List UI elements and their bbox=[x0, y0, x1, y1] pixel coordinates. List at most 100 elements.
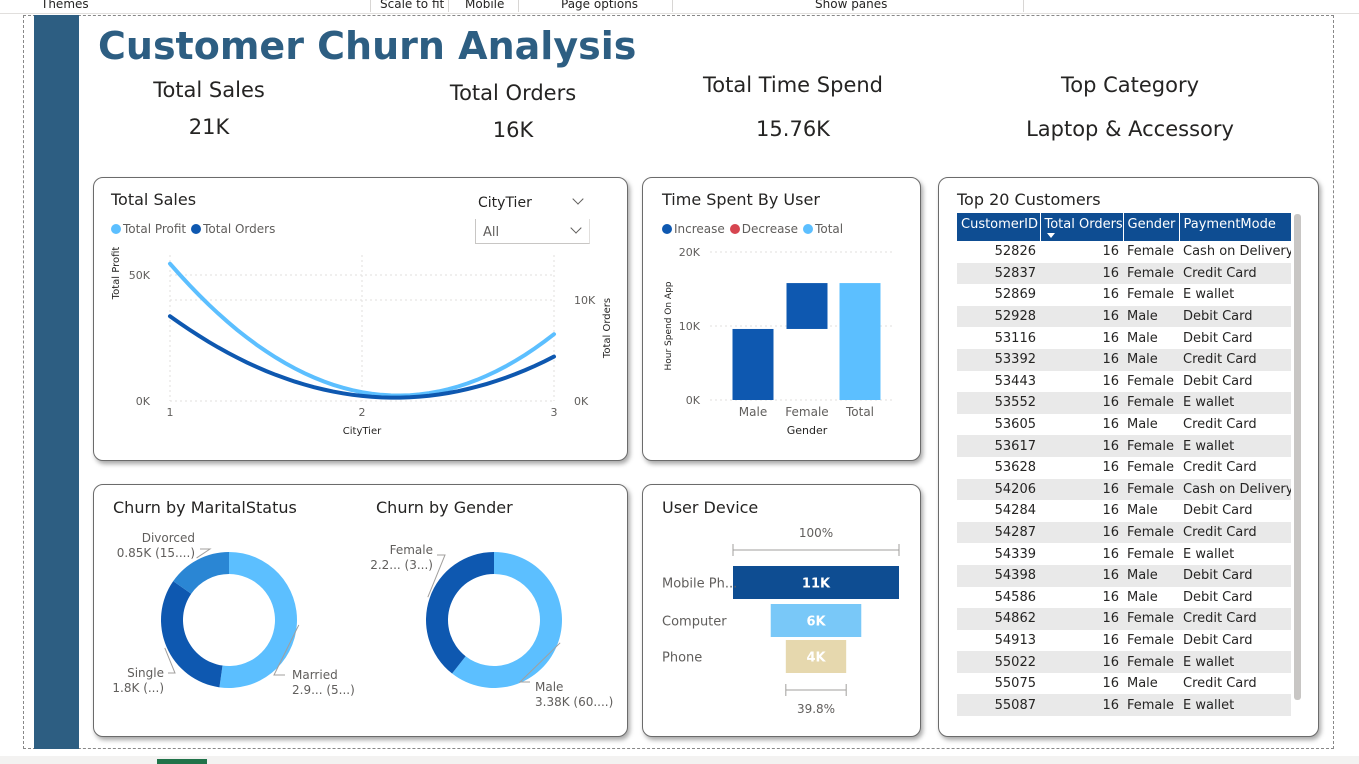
table-row[interactable]: 54862 16 Female Credit Card bbox=[957, 608, 1291, 630]
menu-page-options[interactable]: Page options bbox=[561, 0, 638, 11]
time-spent-waterfall-chart[interactable]: Hour Spend On App Gender 0K 10K 20K Male Fem… bbox=[650, 240, 915, 440]
cell-total-orders: 16 bbox=[1102, 676, 1119, 692]
menu-scale-to-fit[interactable]: Scale to fit bbox=[380, 0, 444, 11]
menu-themes[interactable]: Themes bbox=[41, 0, 89, 11]
cell-customerid: 54287 bbox=[957, 521, 1040, 544]
cell-paymentmode: Debit Card bbox=[1183, 330, 1253, 346]
legend-dot-total-orders bbox=[191, 224, 202, 234]
time-spent-title: Time Spent By User bbox=[662, 190, 820, 209]
y2-tick-label: 0K bbox=[574, 395, 589, 408]
menu-mobile[interactable]: Mobile bbox=[465, 0, 504, 11]
cell-total-orders: 16 bbox=[1040, 262, 1123, 285]
cell-customerid: 54913 bbox=[994, 632, 1036, 648]
kpi-total-orders-value: 16K bbox=[492, 118, 534, 142]
legend-decrease: Decrease bbox=[741, 222, 799, 236]
table-row[interactable]: 53628 16 Female Credit Card bbox=[957, 457, 1291, 479]
table-row[interactable]: 54284 16 Male Debit Card bbox=[957, 500, 1291, 522]
table-row[interactable]: 54398 16 Male Debit Card bbox=[957, 564, 1291, 587]
cell-gender: Female bbox=[1123, 435, 1179, 457]
table-row[interactable]: 52826 16 Female Cash on Delivery bbox=[957, 241, 1291, 263]
cell-customerid: 52869 bbox=[994, 287, 1036, 303]
cell-total-orders: 16 bbox=[1102, 330, 1119, 346]
cell-total-orders: 16 bbox=[1040, 694, 1123, 717]
column-header-gender[interactable]: Gender bbox=[1123, 213, 1180, 241]
citytier-dropdown[interactable]: All bbox=[475, 219, 590, 244]
waterfall-bar-female bbox=[786, 283, 828, 329]
table-row[interactable]: 53443 16 Female Debit Card bbox=[957, 371, 1291, 393]
marital-status-donut-chart[interactable]: Married2.9... (5...) Single1.8K (...) Divo… bbox=[100, 525, 365, 725]
y-tick-label: 50K bbox=[129, 269, 151, 282]
column-header-customerid[interactable]: CustomerID bbox=[957, 213, 1041, 241]
page-title: Customer Churn Analysis bbox=[98, 24, 637, 68]
cell-customerid: 53552 bbox=[957, 392, 1040, 414]
y2-axis-title: Total Orders bbox=[602, 298, 613, 359]
cell-paymentmode: Cash on Delivery bbox=[1179, 478, 1291, 501]
cell-gender: Female bbox=[1127, 373, 1175, 389]
table-row[interactable]: 55087 16 Female E wallet bbox=[957, 694, 1291, 717]
table-row[interactable]: 55022 16 Female E wallet bbox=[957, 651, 1291, 673]
top-customers-table-wrapper: CustomerID Total Orders Gender PaymentMo… bbox=[957, 213, 1292, 717]
cell-gender: Female bbox=[1127, 546, 1175, 562]
x-tick-label: 3 bbox=[551, 406, 558, 419]
donut-slice-married bbox=[219, 552, 297, 688]
cell-gender: Female bbox=[1123, 478, 1179, 501]
x-tick-label: 2 bbox=[359, 406, 366, 419]
table-row[interactable]: 53116 16 Male Debit Card bbox=[957, 327, 1291, 349]
kpi-total-sales-value: 21K bbox=[188, 115, 230, 139]
funnel-bottom-percent: 39.8% bbox=[797, 702, 835, 716]
cell-gender: Male bbox=[1127, 676, 1158, 692]
cell-gender: Male bbox=[1123, 348, 1179, 371]
active-page-tab[interactable] bbox=[157, 759, 207, 764]
y2-tick-label: 10K bbox=[574, 294, 596, 307]
cell-total-orders: 16 bbox=[1040, 478, 1123, 501]
funnel-category-label: Mobile Ph... bbox=[662, 577, 737, 592]
table-row[interactable]: 54287 16 Female Credit Card bbox=[957, 521, 1291, 544]
top-customers-title: Top 20 Customers bbox=[957, 190, 1101, 209]
table-row[interactable]: 53605 16 Male Credit Card bbox=[957, 414, 1291, 436]
menu-divider bbox=[370, 0, 371, 12]
table-row[interactable]: 52837 16 Female Credit Card bbox=[957, 262, 1291, 285]
table-row[interactable]: 54206 16 Female Cash on Delivery bbox=[957, 478, 1291, 501]
citytier-slicer-title: CityTier bbox=[478, 195, 532, 211]
cell-paymentmode: Credit Card bbox=[1183, 460, 1257, 476]
table-row[interactable]: 53617 16 Female E wallet bbox=[957, 435, 1291, 457]
table-row[interactable]: 52869 16 Female E wallet bbox=[957, 284, 1291, 306]
total-sales-title: Total Sales bbox=[111, 190, 197, 209]
cell-gender: Female bbox=[1123, 608, 1179, 630]
table-row[interactable]: 55075 16 Male Credit Card bbox=[957, 673, 1291, 695]
slice-label-value: 2.2... (3...) bbox=[370, 558, 433, 572]
cell-paymentmode: Credit Card bbox=[1183, 417, 1257, 433]
cell-paymentmode: E wallet bbox=[1183, 546, 1235, 562]
table-row[interactable]: 53552 16 Female E wallet bbox=[957, 392, 1291, 414]
table-row[interactable]: 54913 16 Female Debit Card bbox=[957, 630, 1291, 652]
funnel-bar-label: 6K bbox=[806, 615, 826, 630]
legend-total-profit: Total Profit bbox=[123, 222, 187, 236]
cell-total-orders: 16 bbox=[1102, 503, 1119, 519]
table-row[interactable]: 54586 16 Male Debit Card bbox=[957, 587, 1291, 609]
table-row[interactable]: 52928 16 Male Debit Card bbox=[957, 305, 1291, 328]
y-tick-label: 10K bbox=[679, 320, 701, 333]
slice-label-value: 2.9... (5...) bbox=[292, 683, 355, 697]
cell-customerid: 54398 bbox=[957, 564, 1040, 587]
cell-paymentmode: Credit Card bbox=[1179, 608, 1291, 630]
table-row[interactable]: 53392 16 Male Credit Card bbox=[957, 348, 1291, 371]
total-sales-line-chart[interactable]: Total Profit Total Orders CityTier 0K 50K… bbox=[100, 245, 620, 445]
gender-donut-chart[interactable]: Male3.38K (60....) Female2.2... (3...) bbox=[365, 525, 620, 725]
kpi-total-orders-label: Total Orders bbox=[449, 81, 577, 105]
cell-gender: Female bbox=[1127, 632, 1175, 648]
cell-gender: Male bbox=[1123, 564, 1179, 587]
column-header-total-orders[interactable]: Total Orders bbox=[1040, 213, 1124, 241]
cell-total-orders: 16 bbox=[1040, 348, 1123, 371]
funnel-bar-label: 4K bbox=[806, 651, 826, 666]
table-row[interactable]: 54339 16 Female E wallet bbox=[957, 543, 1291, 565]
menu-show-panes[interactable]: Show panes bbox=[815, 0, 887, 11]
cell-total-orders: 16 bbox=[1102, 244, 1119, 260]
cell-total-orders: 16 bbox=[1102, 287, 1119, 303]
table-scrollbar[interactable] bbox=[1294, 214, 1301, 700]
user-device-title: User Device bbox=[662, 498, 759, 517]
column-header-paymentmode[interactable]: PaymentMode bbox=[1179, 213, 1292, 241]
user-device-funnel-chart[interactable]: 100% 11K Mobile Ph... 6K Computer 4K Phone 39.8… bbox=[650, 520, 915, 730]
waterfall-bar-total bbox=[839, 283, 881, 400]
menu-divider bbox=[1023, 0, 1024, 12]
time-spent-legend: Increase Decrease Total bbox=[662, 222, 848, 236]
